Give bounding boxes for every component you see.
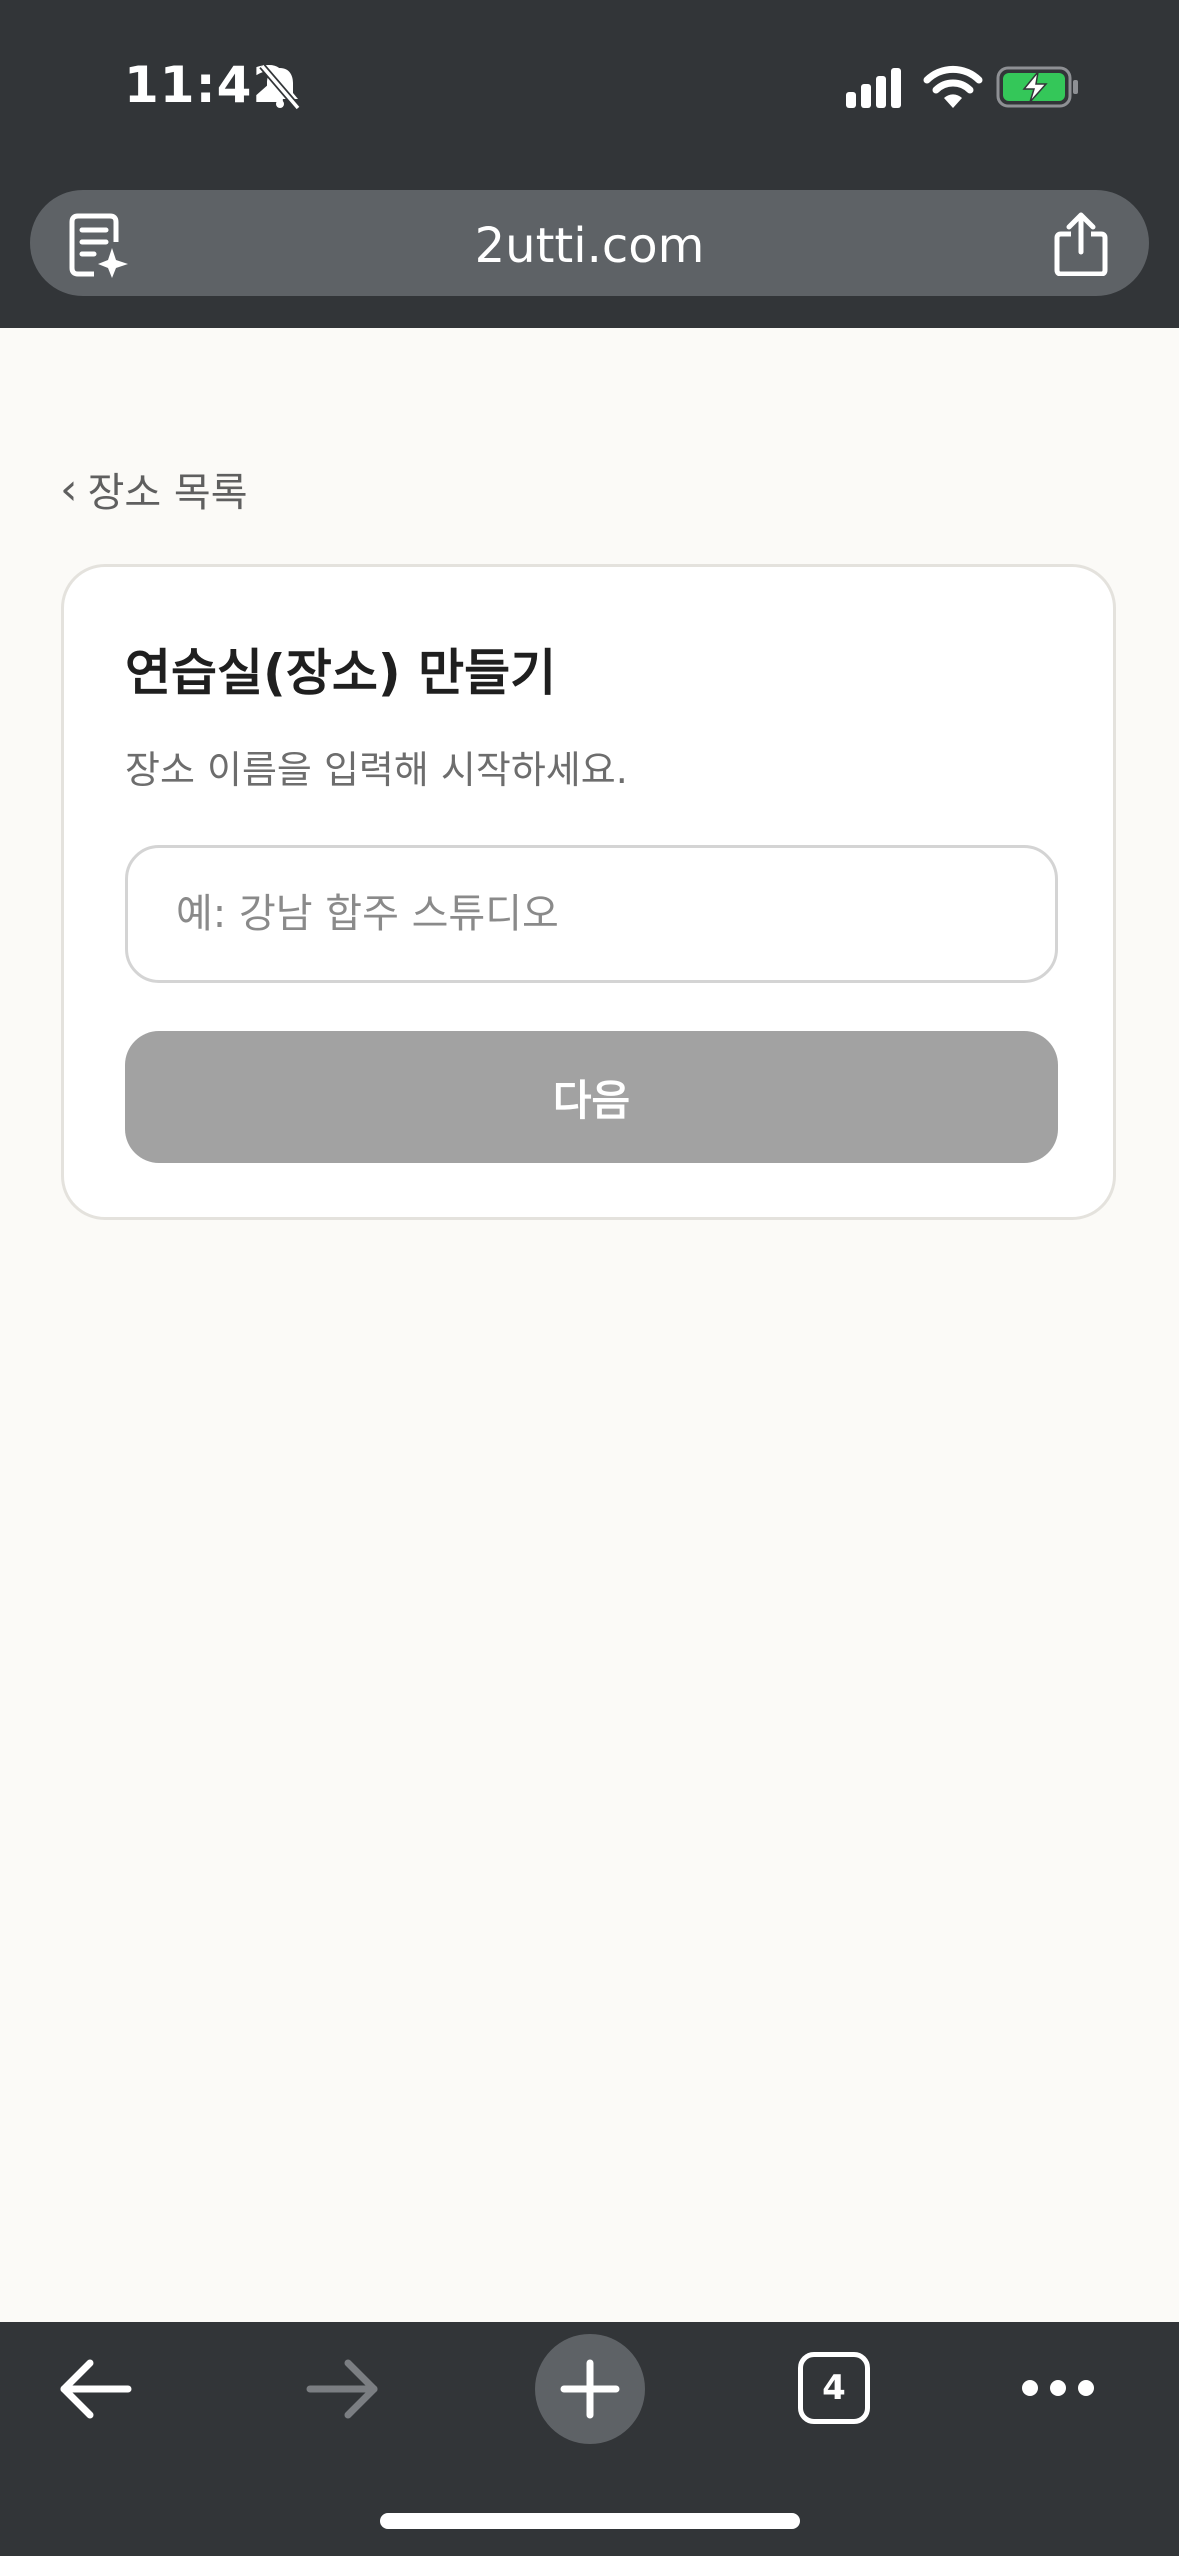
home-indicator (380, 2513, 800, 2529)
plus-icon (560, 2359, 620, 2419)
back-link-label: 장소 목록 (87, 470, 248, 516)
tabs-button[interactable]: 4 (798, 2352, 870, 2424)
battery-charging-icon (996, 66, 1078, 108)
card-subtitle: 장소 이름을 입력해 시작하세요. (125, 748, 628, 792)
wifi-icon (923, 65, 983, 108)
url-text[interactable]: 2utti.com (30, 218, 1149, 274)
bell-slash-icon (259, 63, 301, 111)
browser-top-bar: 11:42 2utti.com (0, 0, 1179, 328)
chevron-left-icon: ‹ (60, 463, 78, 515)
address-bar[interactable]: 2utti.com (30, 190, 1149, 296)
back-to-place-list-link[interactable]: ‹ 장소 목록 (60, 460, 248, 518)
next-button[interactable]: 다음 (125, 1031, 1058, 1163)
cellular-signal-icon (846, 68, 901, 108)
forward-arrow-icon[interactable] (304, 2358, 380, 2420)
share-icon[interactable] (1053, 212, 1109, 276)
page-title: 연습실(장소) 만들기 (125, 644, 557, 702)
place-name-input[interactable] (125, 845, 1058, 983)
create-place-card: 연습실(장소) 만들기 장소 이름을 입력해 시작하세요. 다음 (61, 564, 1116, 1220)
new-tab-button[interactable] (535, 2334, 645, 2444)
more-options-icon[interactable] (1020, 2366, 1096, 2410)
back-arrow-icon[interactable] (58, 2358, 134, 2420)
